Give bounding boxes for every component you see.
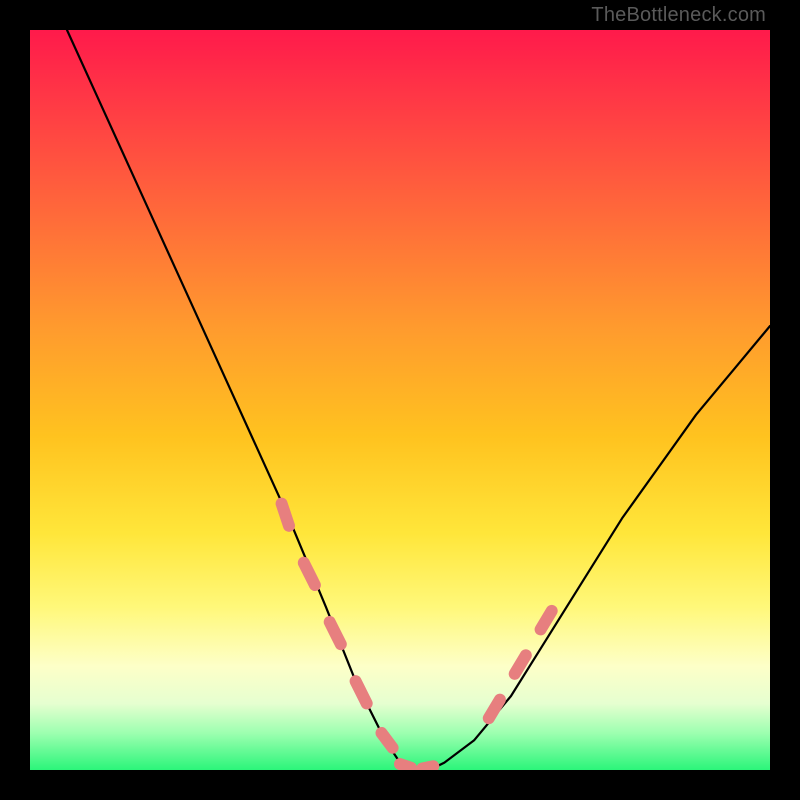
marker-dash xyxy=(489,700,500,719)
marker-dash xyxy=(382,733,393,748)
marker-dash xyxy=(356,681,367,703)
marker-dash xyxy=(422,766,433,768)
marker-dash xyxy=(304,563,315,585)
marker-dash xyxy=(515,655,526,674)
plot-area xyxy=(30,30,770,770)
marker-dash xyxy=(282,504,289,526)
bottleneck-curve xyxy=(67,30,770,770)
chart-frame: TheBottleneck.com xyxy=(0,0,800,800)
marker-dash xyxy=(330,622,341,644)
bottleneck-curve-svg xyxy=(30,30,770,770)
marker-dash xyxy=(541,611,552,630)
watermark-text: TheBottleneck.com xyxy=(591,4,766,27)
marker-dash xyxy=(400,764,411,768)
